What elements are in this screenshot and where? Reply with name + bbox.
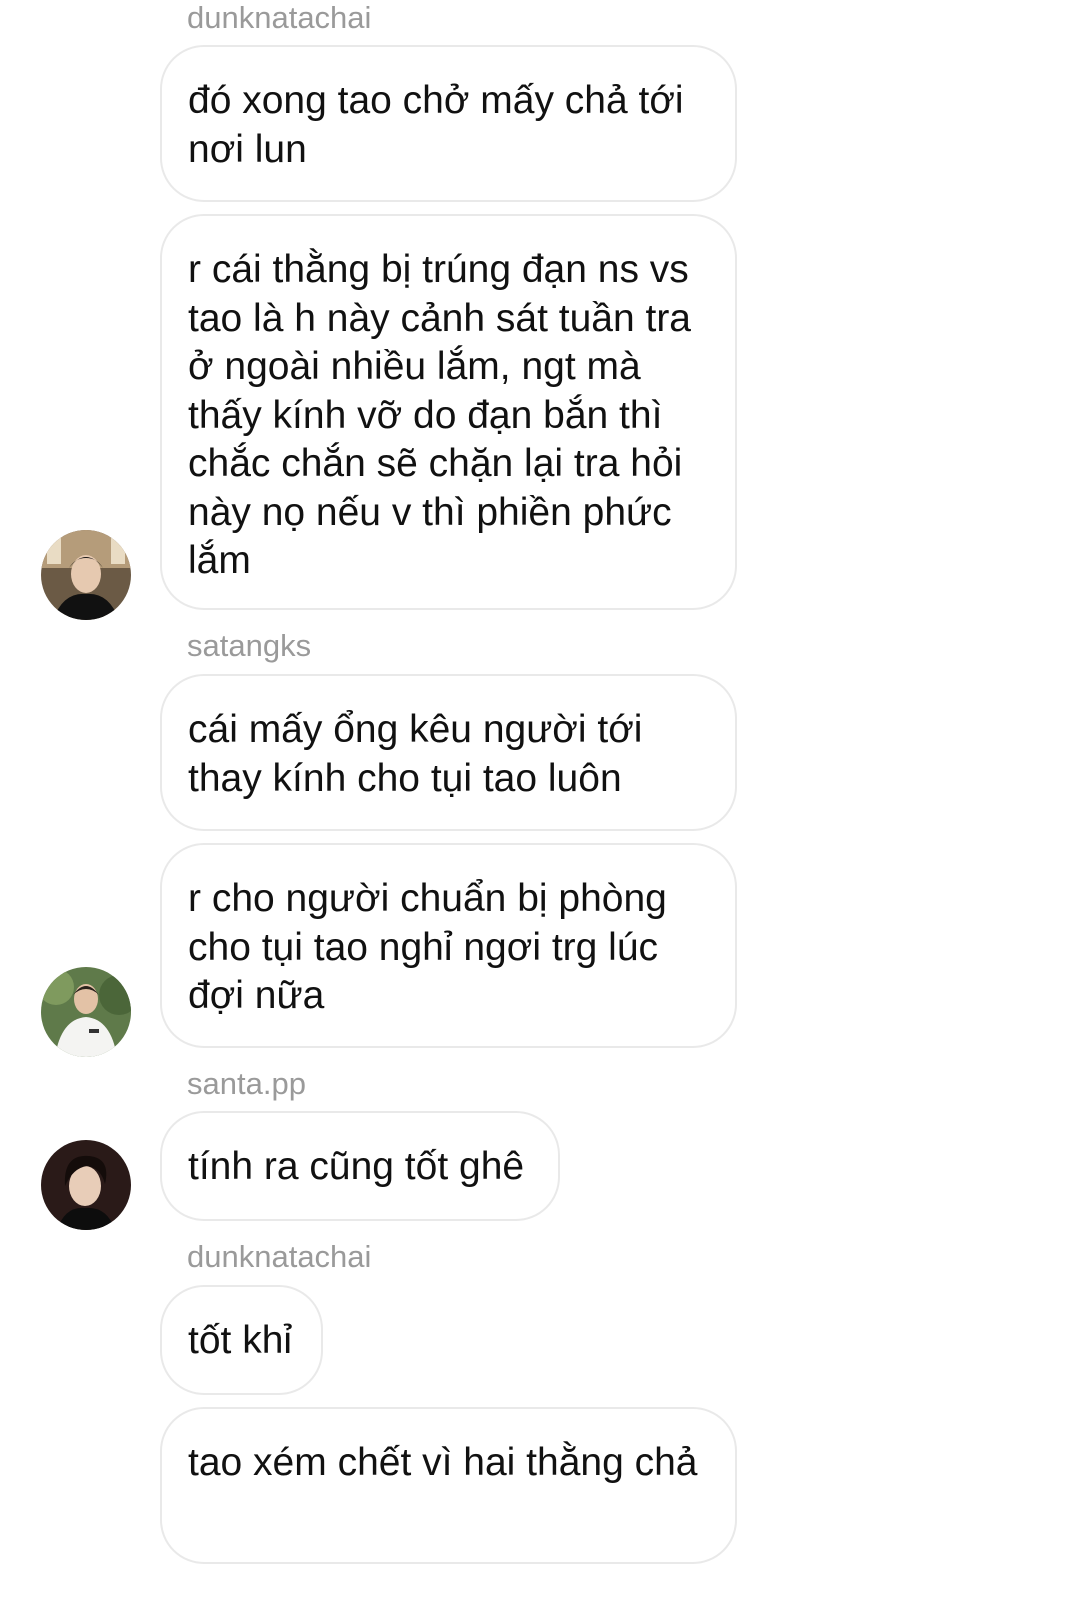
avatar[interactable] bbox=[41, 967, 131, 1057]
message-bubble[interactable]: r cho người chuẩn bị phòng cho tụi tao n… bbox=[160, 843, 737, 1048]
message-text: r cái thằng bị trúng đạn ns vs tao là h … bbox=[188, 248, 692, 582]
avatar[interactable] bbox=[41, 530, 131, 620]
sender-name: dunknatachai bbox=[187, 0, 372, 35]
message-bubble[interactable]: r cái thằng bị trúng đạn ns vs tao là h … bbox=[160, 214, 737, 610]
message-bubble[interactable]: cái mấy ổng kêu người tới thay kính cho … bbox=[160, 674, 737, 831]
message-text: tính ra cũng tốt ghê bbox=[188, 1145, 525, 1188]
avatar[interactable] bbox=[41, 1140, 131, 1230]
message-bubble[interactable]: tính ra cũng tốt ghê bbox=[160, 1111, 560, 1221]
sender-name: satangks bbox=[187, 628, 312, 663]
message-text: tao xém chết vì hai thằng chả bbox=[188, 1441, 698, 1484]
sender-name: dunknatachai bbox=[187, 1239, 372, 1274]
message-bubble[interactable]: tốt khỉ bbox=[160, 1285, 323, 1395]
message-text: cái mấy ổng kêu người tới thay kính cho … bbox=[188, 708, 643, 800]
avatar-santa bbox=[41, 1140, 131, 1230]
message-text: r cho người chuẩn bị phòng cho tụi tao n… bbox=[188, 877, 667, 1017]
avatar-dunknatachai bbox=[41, 530, 131, 620]
message-bubble[interactable]: tao xém chết vì hai thằng chả bbox=[160, 1407, 737, 1564]
avatar-satangks bbox=[41, 967, 131, 1057]
sender-name: santa.pp bbox=[187, 1066, 306, 1101]
message-bubble[interactable]: đó xong tao chở mấy chả tới nơi lun bbox=[160, 45, 737, 202]
message-text: tốt khỉ bbox=[188, 1319, 293, 1362]
message-text: đó xong tao chở mấy chả tới nơi lun bbox=[188, 79, 684, 171]
